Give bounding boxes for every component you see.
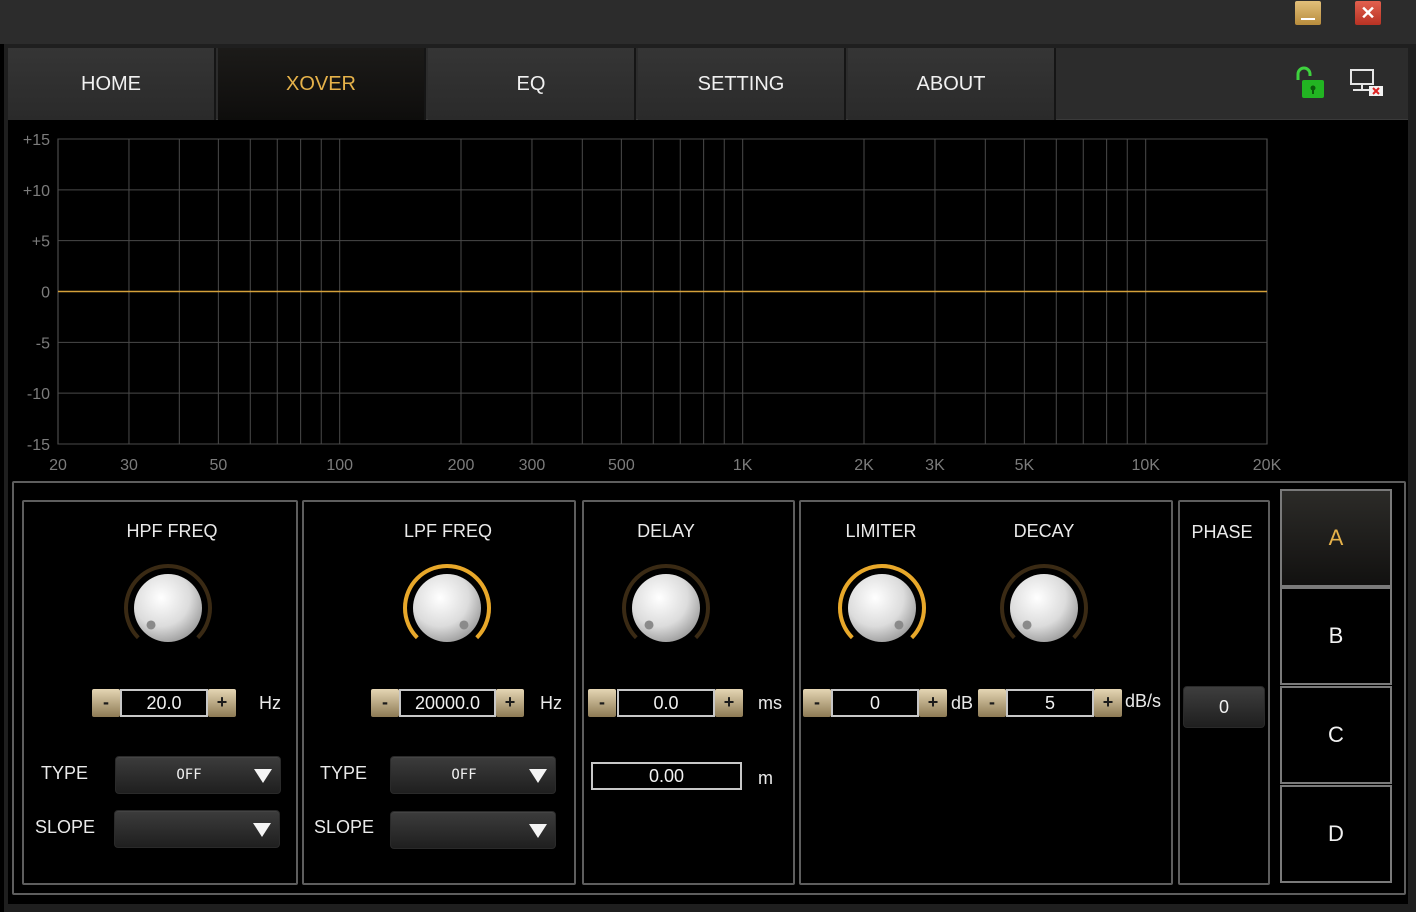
decay-plus-button[interactable]: + [1094, 689, 1122, 717]
knob-indicator [644, 620, 654, 630]
channel-d-button[interactable]: D [1280, 785, 1392, 883]
x-tick-label: 20 [49, 457, 67, 474]
channel-a-button[interactable]: A [1280, 489, 1392, 587]
knob-body [413, 574, 481, 642]
y-tick-label: -15 [27, 437, 50, 454]
nav-bar: HOME XOVER EQ SETTING ABOUT [8, 48, 1408, 120]
knob-indicator [459, 620, 469, 630]
x-tick-label: 200 [448, 457, 475, 474]
chevron-down-icon [253, 823, 271, 837]
lock-open-icon[interactable] [1292, 66, 1328, 100]
delay-title: DELAY [637, 521, 695, 541]
x-tick-label: 2K [854, 457, 874, 474]
y-tick-label: +5 [32, 234, 50, 251]
delay-input[interactable]: 0.0 [617, 689, 715, 717]
x-tick-label: 500 [608, 457, 635, 474]
hpf-freq-knob[interactable] [120, 560, 216, 656]
chevron-down-icon [529, 769, 547, 783]
x-tick-label: 30 [120, 457, 138, 474]
y-tick-label: +10 [23, 183, 50, 200]
x-tick-label: 10K [1131, 457, 1160, 474]
x-tick-label: 1K [733, 457, 753, 474]
channel-b-button[interactable]: B [1280, 587, 1392, 685]
tab-xover[interactable]: XOVER [218, 48, 426, 120]
frequency-response-graph: +15 +10 +5 0 -5 -10 -15 20 30 50 100 200 300 500 1K 2K 3… [23, 132, 1282, 474]
knob-indicator [146, 620, 156, 630]
tab-home[interactable]: HOME [8, 48, 216, 120]
x-tick-label: 5K [1015, 457, 1035, 474]
delay-distance-unit: m [758, 768, 773, 788]
x-tick-label: 100 [326, 457, 353, 474]
x-tick-label: 3K [925, 457, 945, 474]
phase-title: PHASE [1191, 522, 1253, 542]
lpf-minus-button[interactable]: - [371, 689, 399, 717]
lpf-slope-value [391, 812, 537, 848]
lpf-slope-dropdown[interactable] [390, 811, 556, 849]
lpf-type-value: OFF [451, 767, 477, 783]
delay-minus-button[interactable]: - [588, 689, 616, 717]
x-tick-label: 20K [1253, 457, 1282, 474]
knob-body [848, 574, 916, 642]
chevron-down-icon [529, 824, 547, 838]
hpf-type-label: TYPE [41, 763, 89, 783]
y-tick-label: 0 [41, 285, 50, 302]
hpf-slope-value [115, 811, 261, 847]
limiter-knob[interactable] [834, 560, 930, 656]
lpf-type-dropdown[interactable]: OFF [390, 756, 556, 794]
decay-knob[interactable] [996, 560, 1092, 656]
hpf-type-dropdown[interactable]: OFF [115, 756, 281, 794]
knob-body [1010, 574, 1078, 642]
lpf-freq-input[interactable]: 20000.0 [399, 689, 496, 717]
decay-input[interactable]: 5 [1006, 689, 1094, 717]
hpf-unit-label: Hz [259, 693, 281, 713]
delay-plus-button[interactable]: + [715, 689, 743, 717]
phase-button[interactable]: 0 [1183, 686, 1265, 728]
limiter-input[interactable]: 0 [831, 689, 919, 717]
hpf-slope-dropdown[interactable] [114, 810, 280, 848]
decay-title: DECAY [1013, 521, 1075, 541]
x-tick-label: 50 [209, 457, 227, 474]
close-button[interactable]: ✕ [1355, 1, 1381, 25]
minimize-button[interactable] [1295, 1, 1321, 25]
lpf-plus-button[interactable]: + [496, 689, 524, 717]
lpf-unit-label: Hz [540, 693, 562, 713]
hpf-slope-label: SLOPE [35, 817, 96, 837]
lpf-type-label: TYPE [320, 763, 368, 783]
title-bar [0, 0, 1416, 44]
hpf-freq-input[interactable]: 20.0 [120, 689, 208, 717]
decay-minus-button[interactable]: - [978, 689, 1006, 717]
delay-knob[interactable] [618, 560, 714, 656]
lpf-title: LPF FREQ [403, 521, 492, 541]
delay-distance-input[interactable]: 0.00 [591, 762, 742, 790]
network-disconnected-icon[interactable] [1349, 68, 1385, 98]
lpf-slope-label: SLOPE [314, 817, 375, 837]
limiter-unit-label: dB [951, 693, 974, 713]
tab-setting[interactable]: SETTING [638, 48, 846, 120]
hpf-minus-button[interactable]: - [92, 689, 120, 717]
knob-body [134, 574, 202, 642]
knob-indicator [1022, 620, 1032, 630]
lpf-freq-knob[interactable] [399, 560, 495, 656]
chevron-down-icon [254, 769, 272, 783]
tab-eq[interactable]: EQ [428, 48, 636, 120]
hpf-type-value: OFF [176, 767, 202, 783]
decay-unit-label: dB/s [1125, 691, 1162, 711]
tab-about[interactable]: ABOUT [848, 48, 1056, 120]
y-tick-label: -10 [27, 386, 50, 403]
delay-unit-label: ms [758, 693, 782, 713]
y-tick-label: +15 [23, 132, 50, 149]
limiter-title: LIMITER [845, 521, 917, 541]
hpf-plus-button[interactable]: + [208, 689, 236, 717]
limiter-minus-button[interactable]: - [803, 689, 831, 717]
y-tick-label: -5 [36, 335, 50, 352]
knob-indicator [894, 620, 904, 630]
x-tick-label: 300 [519, 457, 546, 474]
channel-c-button[interactable]: C [1280, 686, 1392, 784]
limiter-plus-button[interactable]: + [919, 689, 947, 717]
knob-body [632, 574, 700, 642]
hpf-title: HPF FREQ [126, 521, 218, 541]
